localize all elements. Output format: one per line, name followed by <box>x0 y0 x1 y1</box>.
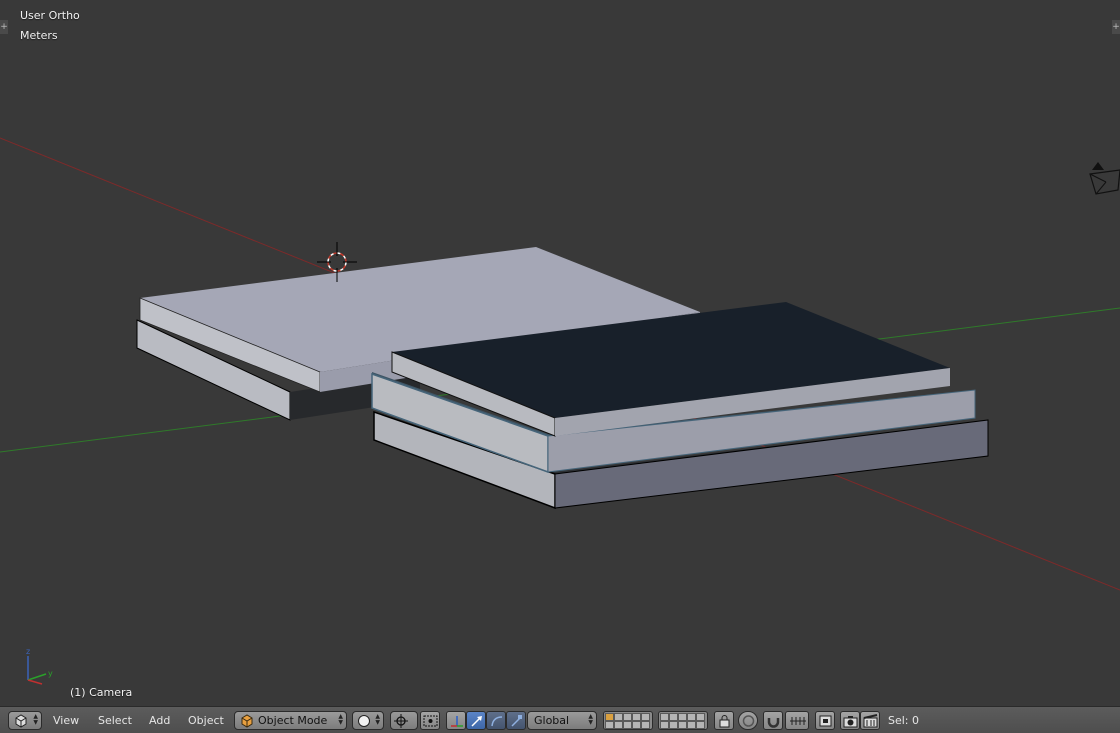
lock-layer-button[interactable] <box>714 711 734 730</box>
layer-9[interactable] <box>687 713 696 721</box>
dropdown-arrows-icon: ▲ ▼ <box>338 713 343 726</box>
dropdown-arrows-icon: ▲ ▼ <box>33 713 38 726</box>
proportional-edit-button[interactable] <box>738 711 758 730</box>
dropdown-arrows-icon: ▲ ▼ <box>588 713 593 726</box>
solid-sphere-icon <box>358 715 370 727</box>
snap-magnet-icon <box>767 718 780 728</box>
translate-icon <box>471 716 482 727</box>
transform-orientation-selector[interactable]: Global ▲ ▼ <box>527 711 597 730</box>
translate-button[interactable] <box>466 711 486 730</box>
units-label: Meters <box>20 29 58 42</box>
snap-increment-icon <box>790 717 806 725</box>
opengl-render-button[interactable] <box>840 711 860 730</box>
layer-1[interactable] <box>605 713 614 721</box>
layer-16[interactable] <box>660 721 669 729</box>
snap-button[interactable] <box>763 711 783 730</box>
editor-type-button[interactable]: ▲ ▼ <box>8 711 42 730</box>
layer-5[interactable] <box>641 713 650 721</box>
layer-2[interactable] <box>614 713 623 721</box>
region-expand-right-icon[interactable]: + <box>1112 20 1120 34</box>
layer-19[interactable] <box>687 721 696 729</box>
rotate-icon <box>491 716 503 727</box>
menu-add[interactable]: Add <box>149 711 170 730</box>
snap-element-button[interactable] <box>785 711 809 730</box>
mode-label: Object Mode <box>258 714 328 727</box>
opengl-anim-render-icon <box>863 714 878 728</box>
3d-view-cube-icon <box>15 714 27 728</box>
layer-14[interactable] <box>632 721 641 729</box>
viewport-shading-button[interactable]: ▲ ▼ <box>352 711 384 730</box>
layer-7[interactable] <box>669 713 678 721</box>
scale-icon <box>511 715 522 727</box>
3d-viewport[interactable]: z y User Ortho Meters (1) Camera + + <box>0 0 1120 706</box>
menu-object[interactable]: Object <box>188 711 224 730</box>
layer-18[interactable] <box>678 721 687 729</box>
manipulator-toggle-icon <box>451 716 463 727</box>
lock-layer-icon <box>719 715 730 728</box>
layer-15[interactable] <box>641 721 650 729</box>
snap-target-button[interactable] <box>815 711 835 730</box>
layer-17[interactable] <box>669 721 678 729</box>
manipulator-toggle-button[interactable] <box>446 711 466 730</box>
svg-text:z: z <box>26 647 30 656</box>
proportional-edit-icon <box>742 715 755 727</box>
layer-6[interactable] <box>660 713 669 721</box>
pivot-point-button[interactable] <box>390 711 418 730</box>
opengl-render-icon <box>843 716 858 728</box>
orientation-label: Global <box>534 714 570 727</box>
pivot-align-button[interactable] <box>420 711 440 730</box>
snap-target-icon <box>819 715 832 727</box>
scale-button[interactable] <box>506 711 526 730</box>
layer-8[interactable] <box>678 713 687 721</box>
manipulator-center-icon <box>423 715 438 727</box>
camera-object-icon[interactable] <box>1089 162 1120 195</box>
menu-select[interactable]: Select <box>98 711 132 730</box>
selection-status: Sel: 0 <box>888 714 920 727</box>
dropdown-arrows-icon: ▲ ▼ <box>375 713 380 726</box>
3d-view-header: ▲ ▼ View Select Add Object Object Mode ▲ ▼… <box>0 706 1120 733</box>
view-name-label: User Ortho <box>20 9 80 22</box>
layer-4[interactable] <box>632 713 641 721</box>
layer-20[interactable] <box>696 721 705 729</box>
active-object-label: (1) Camera <box>70 686 133 699</box>
layers-group-2[interactable] <box>658 711 708 730</box>
rotate-button[interactable] <box>486 711 506 730</box>
layer-11[interactable] <box>605 721 614 729</box>
opengl-anim-render-button[interactable] <box>860 711 880 730</box>
mode-selector[interactable]: Object Mode ▲ ▼ <box>234 711 347 730</box>
svg-text:y: y <box>48 669 53 678</box>
menu-view[interactable]: View <box>53 711 79 730</box>
region-expand-left-icon[interactable]: + <box>0 20 8 34</box>
axis-gizmo-icon: z y <box>26 647 53 685</box>
layer-12[interactable] <box>614 721 623 729</box>
layers-group-1[interactable] <box>603 711 653 730</box>
pivot-point-icon <box>394 714 408 728</box>
object-mode-cube-icon <box>241 714 253 728</box>
layer-13[interactable] <box>623 721 632 729</box>
layer-10[interactable] <box>696 713 705 721</box>
viewport-scene[interactable]: z y <box>0 0 1120 706</box>
layer-3[interactable] <box>623 713 632 721</box>
